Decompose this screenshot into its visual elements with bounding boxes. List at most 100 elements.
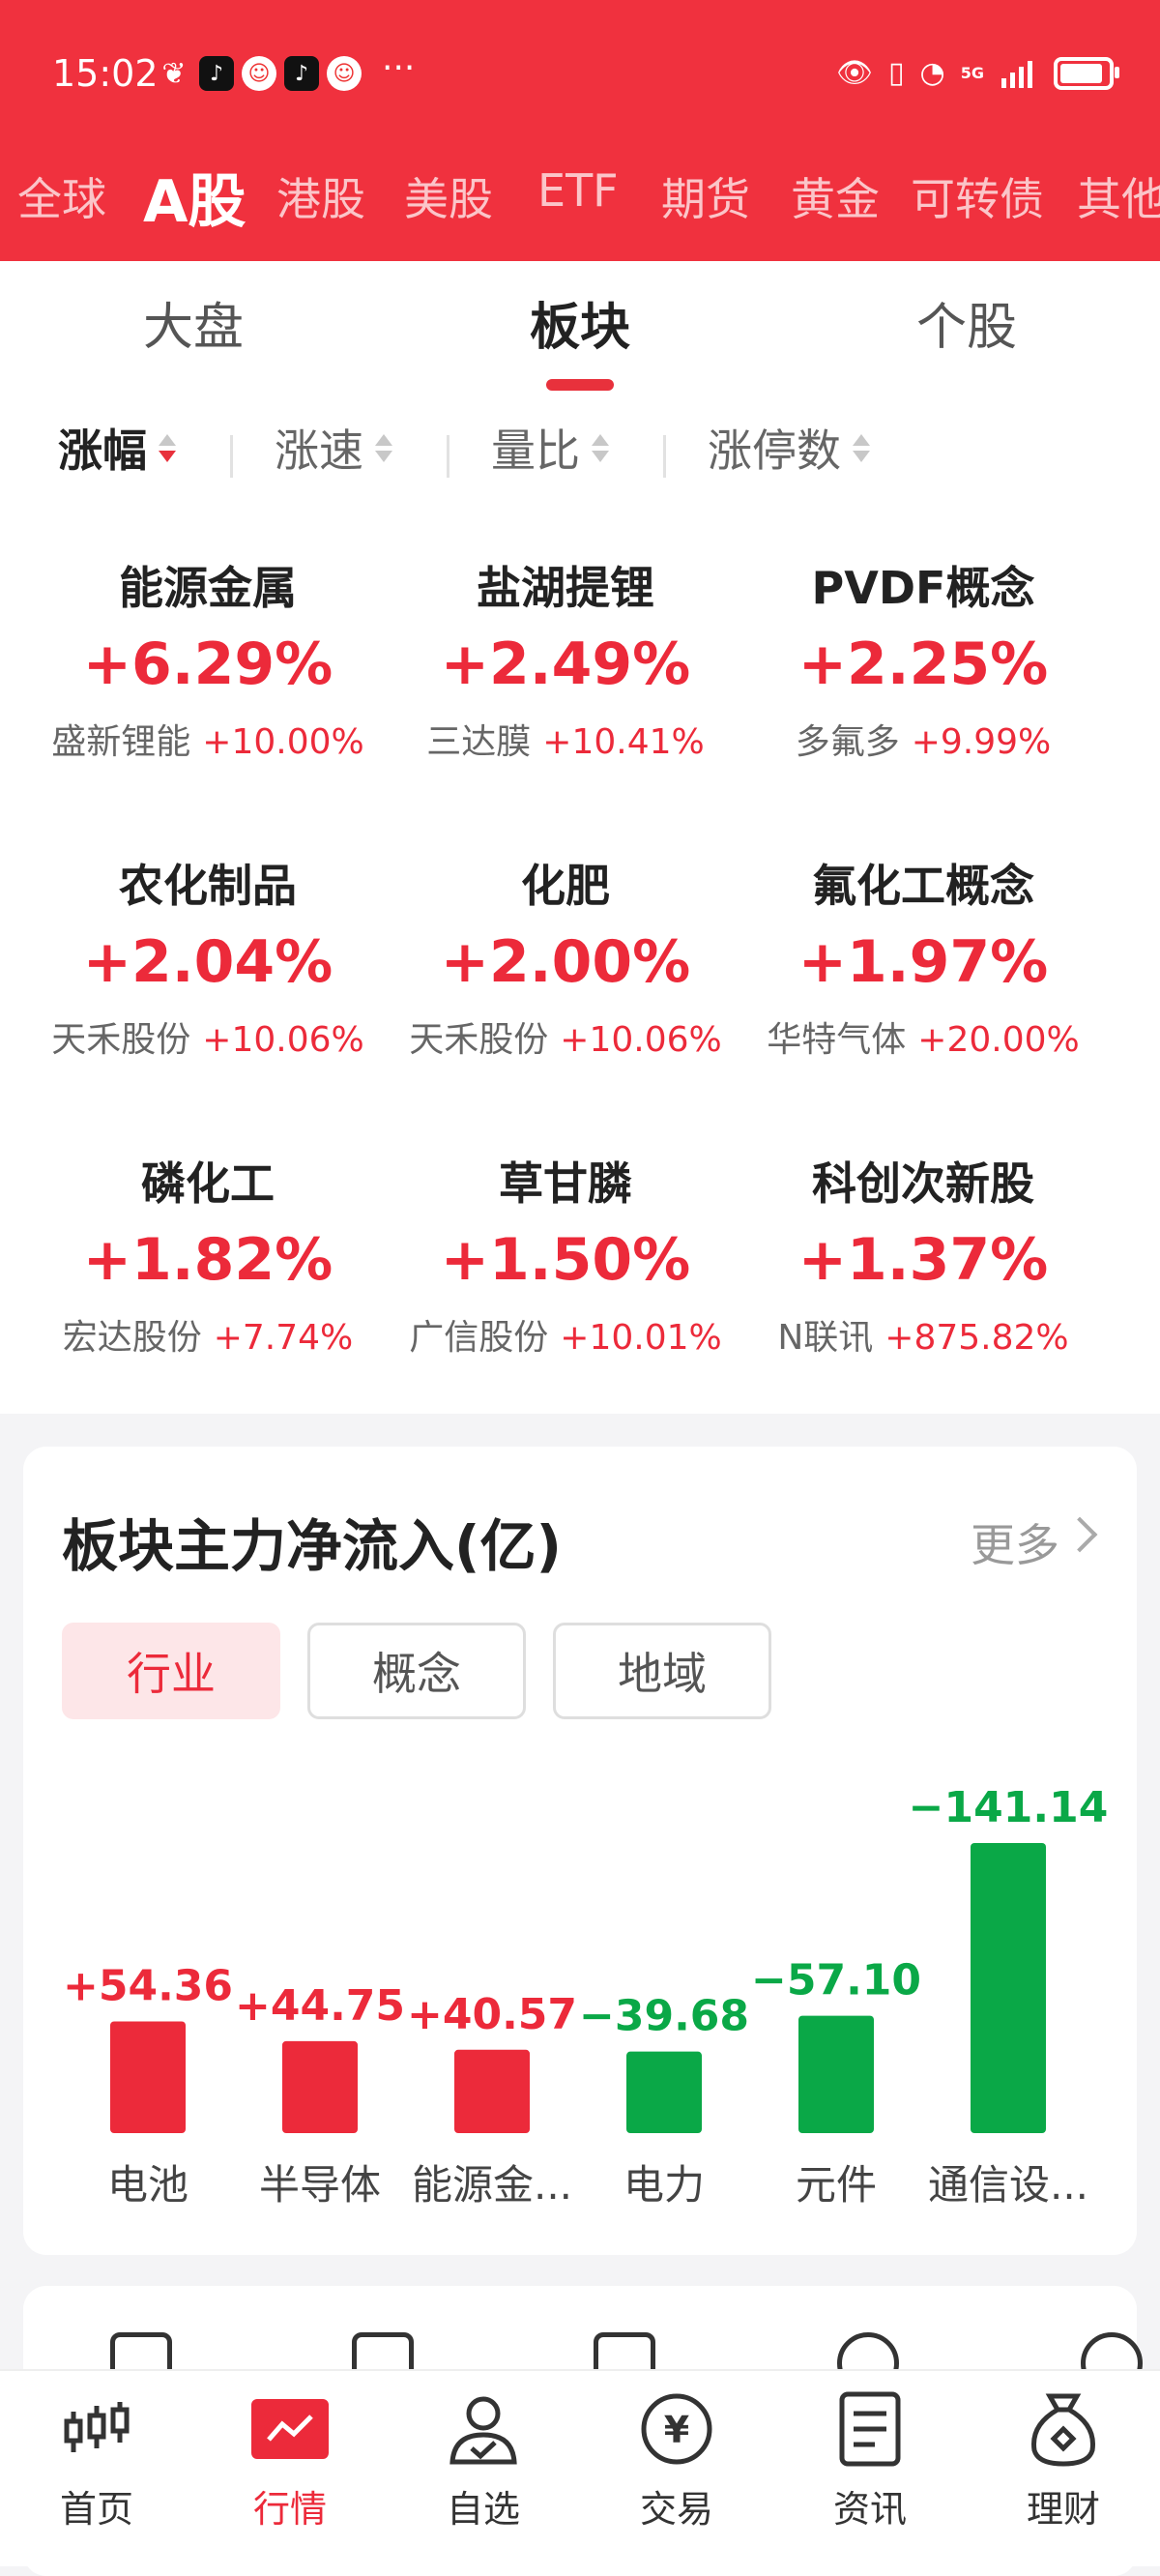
flow-value-label-5: −141.14 bbox=[909, 1783, 1109, 1832]
sort-label: 涨速 bbox=[275, 424, 363, 477]
more-notifications-icon: ··· bbox=[382, 48, 416, 88]
vibrate-icon: ▯ bbox=[888, 56, 905, 90]
signal-icon bbox=[1001, 60, 1032, 88]
leader-change: +10.01% bbox=[560, 1318, 722, 1358]
sector-change: +1.37% bbox=[798, 1226, 1049, 1294]
sector-leader: 广信股份 +10.01% bbox=[387, 1309, 744, 1360]
sector-card[interactable]: PVDF概念 +2.25% 多氟多 +9.99% bbox=[744, 553, 1102, 764]
tab-global[interactable]: 全球 bbox=[17, 164, 106, 228]
sector-name: 盐湖提锂 bbox=[477, 562, 654, 614]
fund-flow-bar-chart: +54.36 +44.75 +40.57 −39.68−57.10 −141.14 bbox=[63, 1783, 1109, 2133]
sector-card[interactable]: 化肥 +2.00% 天禾股份 +10.06% bbox=[387, 851, 744, 1062]
nav-market[interactable]: 行情 bbox=[193, 2390, 387, 2532]
sector-card[interactable]: 草甘膦 +1.50% 广信股份 +10.01% bbox=[387, 1149, 744, 1360]
sort-by-change[interactable]: 涨幅 bbox=[58, 416, 176, 480]
sector-panel: 大盘 板块 个股 涨幅 涨速 量比 涨停数 能源金属 +6.29% 盛新锂能 +1… bbox=[0, 261, 1160, 1414]
flow-bar-4 bbox=[798, 2015, 874, 2133]
nav-news[interactable]: 资讯 bbox=[773, 2390, 967, 2532]
flow-bar-1 bbox=[282, 2040, 358, 2133]
tab-etf[interactable]: ETF bbox=[537, 164, 619, 217]
tab-hk-stocks[interactable]: 港股 bbox=[276, 164, 365, 228]
sector-card[interactable]: 氟化工概念 +1.97% 华特气体 +20.00% bbox=[744, 851, 1102, 1062]
chevron-right-icon[interactable] bbox=[1061, 1516, 1098, 1553]
tab-other[interactable]: 其他 bbox=[1077, 164, 1160, 228]
tab-sectors[interactable]: 板块 bbox=[459, 286, 701, 359]
leader-change: +20.00% bbox=[917, 1020, 1080, 1060]
leader-name: 盛新锂能 bbox=[51, 722, 191, 762]
divider bbox=[663, 435, 666, 478]
flow-value-label-0: +54.36 bbox=[63, 1961, 233, 2010]
leader-name: 广信股份 bbox=[409, 1318, 549, 1358]
sort-icon bbox=[853, 433, 870, 462]
flow-category-label-2: 能源金... bbox=[411, 2161, 573, 2209]
mascot-app-icon: ☺ bbox=[327, 56, 362, 91]
heart-app-icon: ❦ bbox=[161, 56, 187, 91]
sector-name: 草甘膦 bbox=[499, 1157, 632, 1210]
tab-us-stocks[interactable]: 美股 bbox=[404, 164, 493, 228]
tab-stocks[interactable]: 个股 bbox=[846, 286, 1088, 359]
sector-change: +1.97% bbox=[798, 928, 1049, 996]
sort-by-volume-ratio[interactable]: 量比 bbox=[491, 416, 609, 480]
sector-grid: 能源金属 +6.29% 盛新锂能 +10.00% 盐湖提锂 +2.49% 三达膜 +… bbox=[23, 493, 1137, 1402]
nav-home[interactable]: 首页 bbox=[0, 2390, 193, 2532]
nav-wealth[interactable]: 理财 bbox=[967, 2390, 1160, 2532]
flow-value-label-2: +40.57 bbox=[407, 1990, 577, 2039]
tab-convertible-bonds[interactable]: 可转债 bbox=[911, 164, 1044, 228]
leader-name: 多氟多 bbox=[795, 722, 900, 762]
sector-change: +6.29% bbox=[82, 630, 334, 698]
sector-leader: 三达膜 +10.41% bbox=[387, 714, 744, 764]
status-right: 👁 ▯ ◔ 5G bbox=[836, 56, 1119, 90]
nav-watchlist[interactable]: 自选 bbox=[387, 2390, 580, 2532]
flow-category-label-0: 电池 bbox=[106, 2161, 188, 2209]
sort-icon bbox=[592, 433, 609, 462]
news-doc-icon bbox=[831, 2390, 909, 2468]
sector-name: 农化制品 bbox=[119, 860, 297, 912]
status-time: 15:02 bbox=[52, 52, 159, 95]
user-check-icon bbox=[445, 2390, 522, 2468]
sector-name: 化肥 bbox=[521, 860, 610, 912]
nav-label: 行情 bbox=[252, 2488, 327, 2531]
nav-trade[interactable]: ¥ 交易 bbox=[580, 2390, 773, 2532]
nav-label: 首页 bbox=[59, 2488, 133, 2531]
flow-value-label-4: −57.10 bbox=[751, 1956, 921, 2005]
tab-concept[interactable]: 概念 bbox=[307, 1623, 526, 1719]
tab-market-overview[interactable]: 大盘 bbox=[72, 286, 314, 359]
sort-by-speed[interactable]: 涨速 bbox=[275, 416, 392, 480]
segment-tabs: 大盘 板块 个股 bbox=[0, 261, 1160, 396]
tab-futures[interactable]: 期货 bbox=[661, 164, 750, 228]
sector-name: 科创次新股 bbox=[812, 1157, 1034, 1210]
leader-name: N联讯 bbox=[777, 1318, 874, 1358]
sector-leader: 天禾股份 +10.06% bbox=[387, 1011, 744, 1062]
tiktok-icon: ♪ bbox=[284, 56, 319, 91]
leader-name: 宏达股份 bbox=[62, 1318, 202, 1358]
nav-label: 自选 bbox=[446, 2488, 520, 2531]
tab-gold[interactable]: 黄金 bbox=[791, 164, 880, 228]
sector-card[interactable]: 能源金属 +6.29% 盛新锂能 +10.00% bbox=[29, 553, 387, 764]
tab-region[interactable]: 地域 bbox=[553, 1623, 771, 1719]
sector-card[interactable]: 盐湖提锂 +2.49% 三达膜 +10.41% bbox=[387, 553, 744, 764]
sector-change: +1.82% bbox=[82, 1226, 334, 1294]
tab-a-share[interactable]: A股 bbox=[143, 155, 246, 239]
svg-text:¥: ¥ bbox=[664, 2409, 689, 2451]
sort-by-limit-up-count[interactable]: 涨停数 bbox=[708, 416, 870, 480]
notification-icons: ❦ ♪ ☺ ♪ ☺ bbox=[157, 56, 362, 91]
tiktok-icon: ♪ bbox=[199, 56, 234, 91]
sector-card[interactable]: 农化制品 +2.04% 天禾股份 +10.06% bbox=[29, 851, 387, 1062]
leader-change: +10.06% bbox=[202, 1020, 364, 1060]
active-tab-indicator bbox=[546, 379, 614, 391]
nav-label: 交易 bbox=[639, 2488, 713, 2531]
flow-bar-5 bbox=[971, 1843, 1046, 2133]
nav-label: 资讯 bbox=[832, 2488, 907, 2531]
flow-category-label-3: 电力 bbox=[623, 2161, 705, 2209]
tab-industry[interactable]: 行业 bbox=[62, 1623, 280, 1719]
divider bbox=[230, 435, 233, 478]
battery-icon bbox=[1054, 56, 1119, 90]
leader-change: +10.41% bbox=[542, 722, 705, 762]
sector-card[interactable]: 科创次新股 +1.37% N联讯 +875.82% bbox=[744, 1149, 1102, 1360]
flow-bar-0 bbox=[110, 2021, 186, 2133]
divider bbox=[447, 435, 450, 478]
sector-change: +2.04% bbox=[82, 928, 334, 996]
more-link[interactable]: 更多 bbox=[971, 1510, 1059, 1574]
sort-label: 量比 bbox=[491, 424, 580, 477]
sector-card[interactable]: 磷化工 +1.82% 宏达股份 +7.74% bbox=[29, 1149, 387, 1360]
